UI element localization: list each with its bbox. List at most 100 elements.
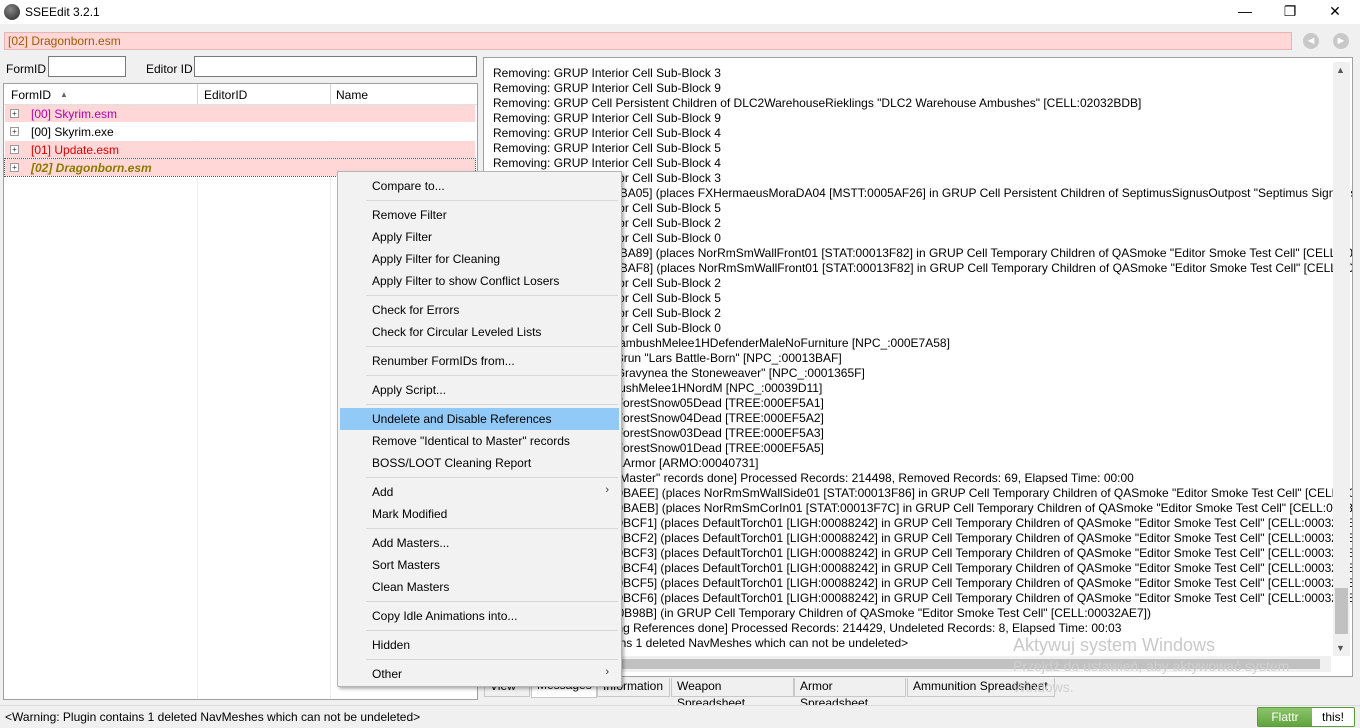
menu-item-label: Undelete and Disable References — [372, 412, 552, 426]
title-bar — [0, 0, 1360, 24]
log-line: Removing: [REFR:0200BA05] (places FXHerm… — [493, 186, 1352, 200]
menu-item-label: Apply Filter to show Conflict Losers — [372, 274, 560, 288]
expand-icon[interactable]: + — [10, 109, 19, 118]
menu-item-remove-identical-to-master-records[interactable]: Remove "Identical to Master" records — [340, 430, 619, 452]
menu-item-add-masters[interactable]: Add Masters... — [340, 532, 619, 554]
menu-item-label: Check for Errors — [372, 303, 460, 317]
column-header-editorid[interactable]: EditorID — [204, 88, 247, 102]
menu-item-remove-filter[interactable]: Remove Filter — [340, 204, 619, 226]
menu-item-compare-to[interactable]: Compare to... — [340, 175, 619, 197]
menu-item-label: Remove Filter — [372, 208, 447, 222]
menu-item-apply-filter-for-cleaning[interactable]: Apply Filter for Cleaning — [340, 248, 619, 270]
log-line: Removing: GRUP Interior Cell Sub-Block 9 — [493, 81, 721, 95]
log-line: Removing: [REFR:0200BAF8] (places NorRmS… — [493, 261, 1353, 275]
tree-row[interactable]: + [00] Skyrim.exe — [5, 123, 475, 140]
menu-item-renumber-formids-from[interactable]: Renumber FormIDs from... — [340, 350, 619, 372]
menu-item-label: Add — [372, 485, 394, 499]
menu-item-other[interactable]: Other › — [340, 663, 619, 685]
close-button[interactable]: ✕ — [1312, 0, 1358, 24]
tree-header: FormID ▲ EditorID Name — [4, 84, 477, 105]
menu-item-apply-filter-to-show-conflict-losers[interactable]: Apply Filter to show Conflict Losers — [340, 270, 619, 292]
back-icon[interactable]: ◄ — [1303, 33, 1319, 49]
window-title: SSEEdit 3.2.1 — [25, 5, 100, 19]
log-line: Undeleting: [REFR:0200BCF5] (places Defa… — [493, 576, 1353, 590]
menu-separator — [366, 659, 618, 660]
menu-separator — [366, 200, 618, 201]
tree-row[interactable]: + [00] Skyrim.esm — [5, 105, 475, 122]
log-line: Removing: GRUP Cell Persistent Children … — [493, 96, 1142, 110]
log-line: Undeleting: [REFR:0200BCF6] (places Defa… — [493, 591, 1353, 605]
activation-watermark-text-2: Windows. — [1013, 679, 1074, 695]
minimize-button[interactable]: — — [1222, 0, 1268, 24]
log-line: Removing: GRUP Interior Cell Sub-Block 4 — [493, 126, 721, 140]
menu-item-label: BOSS/LOOT Cleaning Report — [372, 456, 532, 470]
tree-row[interactable]: + [01] Update.esm — [5, 141, 475, 158]
log-line: Undeleting: [REFR:0200BCF3] (places Defa… — [493, 546, 1353, 560]
header-divider — [330, 84, 331, 104]
menu-item-hidden[interactable]: Hidden — [340, 634, 619, 656]
column-header-name[interactable]: Name — [336, 88, 368, 102]
menu-item-label: Mark Modified — [372, 507, 448, 521]
log-line: Undeleting: [REFR:0200BCF4] (places Defa… — [493, 561, 1353, 575]
editorid-filter-input[interactable] — [194, 56, 477, 77]
flattr-this-label: this! — [1321, 710, 1344, 724]
menu-separator — [366, 528, 618, 529]
expand-icon[interactable]: + — [10, 127, 19, 136]
menu-item-label: Apply Filter — [372, 230, 433, 244]
menu-item-check-for-errors[interactable]: Check for Errors — [340, 299, 619, 321]
expand-icon[interactable]: + — [10, 163, 19, 172]
menu-item-sort-masters[interactable]: Sort Masters — [340, 554, 619, 576]
scroll-up-icon[interactable]: ▲ — [1336, 65, 1345, 75]
editorid-filter-label: Editor ID — [146, 62, 193, 76]
flattr-button[interactable]: Flattr this! — [1257, 707, 1355, 727]
tree-row-label: [00] Skyrim.esm — [31, 107, 118, 121]
log-line: Removing: [REFR:0200BA89] (places NorRmS… — [493, 246, 1353, 260]
menu-item-add[interactable]: Add › — [340, 481, 619, 503]
tree-row-label: [02] Dragonborn.esm — [31, 161, 152, 175]
vertical-scroll-thumb[interactable] — [1335, 588, 1348, 634]
menu-item-label: Compare to... — [372, 179, 445, 193]
maximize-button[interactable]: ❐ — [1267, 0, 1313, 24]
tab-weapon-spreadsheet[interactable]: Weapon Spreadsheet — [671, 678, 794, 710]
menu-separator — [366, 404, 618, 405]
sort-ascending-icon: ▲ — [60, 90, 68, 99]
column-header-formid[interactable]: FormID — [11, 88, 51, 102]
app-icon — [4, 4, 20, 20]
menu-item-apply-script[interactable]: Apply Script... — [340, 379, 619, 401]
status-text: <Warning: Plugin contains 1 deleted NavM… — [5, 710, 421, 724]
menu-item-label: Add Masters... — [372, 536, 450, 550]
menu-item-check-for-circular-leveled-lists[interactable]: Check for Circular Leveled Lists — [340, 321, 619, 343]
menu-item-boss-loot-cleaning-report[interactable]: BOSS/LOOT Cleaning Report — [340, 452, 619, 474]
submenu-arrow-icon: › — [605, 666, 609, 678]
tree-row-label: [01] Update.esm — [31, 143, 120, 157]
column-divider — [330, 84, 331, 699]
expand-icon[interactable]: + — [10, 145, 19, 154]
scroll-down-icon[interactable]: ▼ — [1336, 643, 1345, 653]
formid-filter-input[interactable] — [48, 56, 126, 77]
menu-item-label: Renumber FormIDs from... — [372, 354, 515, 368]
tab-armor-spreadsheet[interactable]: Armor Spreadsheet — [794, 678, 906, 710]
formid-filter-label: FormID — [6, 62, 46, 76]
menu-item-undelete-and-disable-references[interactable]: Undelete and Disable References — [340, 408, 619, 430]
menu-item-label: Apply Filter for Cleaning — [372, 252, 501, 266]
menu-separator — [366, 295, 618, 296]
menu-item-apply-filter[interactable]: Apply Filter — [340, 226, 619, 248]
menu-item-label: Clean Masters — [372, 580, 450, 594]
context-menu: Compare to... Remove Filter Apply Filter Ap… — [337, 171, 622, 687]
forward-icon[interactable]: ► — [1333, 33, 1349, 49]
log-line: Removing: GRUP Interior Cell Sub-Block 4 — [493, 156, 721, 170]
menu-item-clean-masters[interactable]: Clean Masters — [340, 576, 619, 598]
log-line: Removing: GRUP Interior Cell Sub-Block 9 — [493, 111, 721, 125]
submenu-arrow-icon: › — [605, 484, 609, 496]
activation-watermark-text: Przejdź do ustawień, aby aktywować syste… — [1013, 658, 1290, 674]
menu-item-label: Check for Circular Leveled Lists — [372, 325, 542, 339]
menu-item-copy-idle-animations-into[interactable]: Copy Idle Animations into... — [340, 605, 619, 627]
menu-item-label: Hidden — [372, 638, 411, 652]
menu-separator — [366, 375, 618, 376]
menu-item-label: Copy Idle Animations into... — [372, 609, 518, 623]
menu-item-mark-modified[interactable]: Mark Modified — [340, 503, 619, 525]
log-line: Undeleting: [REFR:0200BCF1] (places Defa… — [493, 516, 1353, 530]
tree-row-label: [00] Skyrim.exe — [31, 125, 114, 139]
vertical-scrollbar[interactable] — [1333, 62, 1350, 656]
flattr-label: Flattr — [1258, 708, 1312, 726]
